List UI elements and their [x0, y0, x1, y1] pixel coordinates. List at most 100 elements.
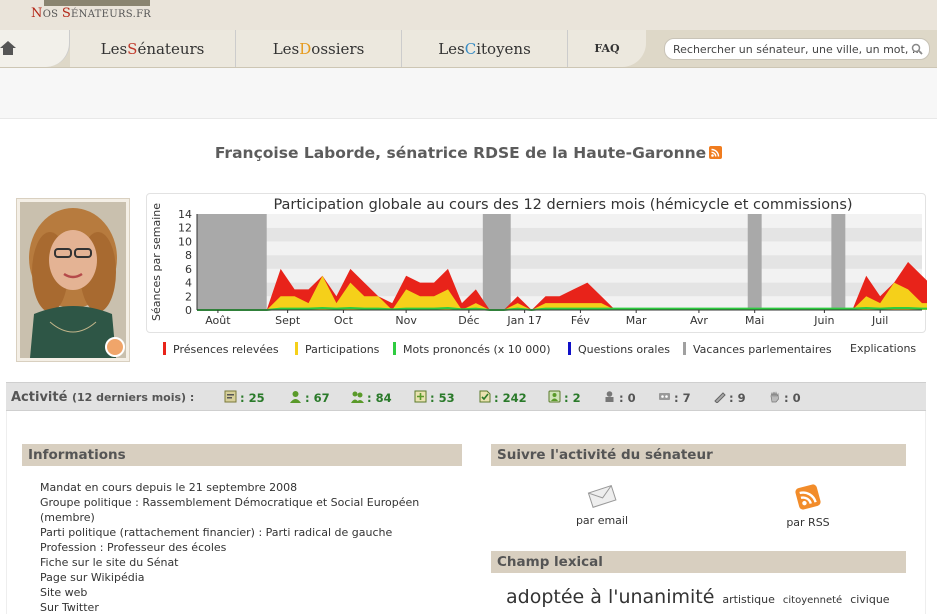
- follow-rss[interactable]: par RSS: [763, 484, 853, 529]
- activity-bar: Activité (12 derniers mois) : : 25: 67: …: [6, 382, 926, 411]
- nav-label-rest: énateurs: [137, 39, 205, 58]
- lexical-cloud: adoptée à l'unanimité artistique citoyenne…: [506, 586, 916, 608]
- activity-subtitle: (12 derniers mois) :: [71, 391, 195, 404]
- hand-icon: [770, 391, 779, 403]
- x-tick-label: Août: [205, 314, 231, 327]
- nav-label-rest: itoyens: [476, 39, 531, 58]
- vacation-band: [197, 214, 267, 310]
- propositions-icon: [605, 391, 614, 402]
- vacation-band: [747, 214, 762, 310]
- y-tick-label: 12: [178, 222, 192, 235]
- nav-label-prefix: Les: [272, 39, 300, 58]
- y-tick-label: 4: [185, 277, 192, 290]
- activity-stat-value: : 0: [784, 391, 801, 405]
- y-tick-label: 8: [185, 249, 192, 262]
- activity-stat[interactable]: : 2: [548, 390, 581, 405]
- legend-item[interactable]: Explications: [850, 342, 916, 355]
- grid-band: [197, 214, 922, 228]
- legend-swatch: [568, 342, 571, 355]
- legend-item: Questions orales: [568, 342, 670, 356]
- search-icon[interactable]: [911, 43, 923, 55]
- logo-letter-n: N: [31, 6, 43, 21]
- legend-label: Présences relevées: [173, 343, 279, 356]
- nav-home-button[interactable]: [0, 30, 70, 67]
- x-tick-label: Fév: [571, 314, 590, 327]
- nav-faq[interactable]: FAQ: [568, 30, 646, 67]
- x-tick-label: Juin: [813, 314, 834, 327]
- legend-label: Vacances parlementaires: [693, 343, 832, 356]
- info-mandat: Mandat en cours depuis le 21 septembre 2…: [40, 481, 298, 494]
- y-axis-label: Séances par semaine: [150, 203, 163, 321]
- activity-stat[interactable]: : 242: [478, 390, 527, 405]
- informations-list: Mandat en cours depuis le 21 septembre 2…: [40, 480, 450, 614]
- x-tick-label: Mar: [626, 314, 647, 327]
- interventions-icon: [351, 391, 364, 403]
- rss-icon[interactable]: [709, 146, 723, 159]
- activity-stat-value: : 84: [367, 391, 392, 405]
- y-tick-label: 10: [178, 235, 192, 248]
- nav-initial: C: [464, 39, 477, 58]
- chart-svg: 02468101214 Août Sept Oct Nov Déc Jan 17 Fév Mar…: [150, 197, 936, 327]
- vacation-band: [831, 214, 846, 310]
- activity-stat[interactable]: : 0: [768, 390, 801, 405]
- activity-stat[interactable]: : 25: [224, 390, 265, 405]
- nav-senateurs[interactable]: Les Sénateurs: [70, 30, 236, 67]
- activity-stat[interactable]: : 84: [351, 390, 392, 405]
- legend-swatch: [683, 342, 686, 355]
- activity-stat[interactable]: : 7: [658, 390, 691, 405]
- y-tick-label: 6: [185, 263, 192, 276]
- nav-label-prefix: Les: [438, 39, 465, 58]
- x-tick-label: Juil: [871, 314, 888, 327]
- follow-rss-label: par RSS: [786, 516, 830, 529]
- participation-chart: 0 2 4 6 8 10 12 14 Août Sept Oct Nov Déc Jan 17 Fév Mar…: [146, 193, 936, 333]
- nav-dossiers[interactable]: Les Dossiers: [236, 30, 402, 67]
- grid-band: [197, 241, 922, 256]
- lexical-word[interactable]: civique: [850, 593, 889, 606]
- semaines-icon: [224, 390, 237, 403]
- questions-ecrites-icon: [659, 393, 670, 400]
- pencil-icon: [714, 392, 726, 403]
- activity-stat[interactable]: : 53: [414, 390, 455, 405]
- activity-stat-value: : 25: [240, 391, 265, 405]
- activity-stat[interactable]: : 67: [289, 390, 330, 405]
- grid-band: [197, 255, 922, 269]
- legend-swatch: [163, 342, 166, 355]
- chart-title: Participation globale au cours des 12 de…: [273, 197, 852, 213]
- link-fiche-senat[interactable]: Fiche sur le site du Sénat: [40, 555, 450, 570]
- activity-stat-value: : 7: [674, 391, 691, 405]
- link-twitter[interactable]: Sur Twitter: [40, 600, 450, 614]
- informations-header: Informations: [22, 444, 462, 466]
- info-profession: Profession : Professeur des écoles: [40, 541, 227, 554]
- senator-photo: [16, 198, 130, 362]
- follow-header: Suivre l'activité du sénateur: [491, 444, 906, 466]
- rss-icon: [795, 484, 821, 510]
- x-tick-label: Mai: [745, 314, 764, 327]
- nav-citoyens[interactable]: Les Citoyens: [402, 30, 568, 67]
- follow-email[interactable]: par email: [557, 484, 647, 527]
- rapports-icon: [548, 390, 561, 403]
- legend-item: Participations: [295, 342, 379, 356]
- activity-stat[interactable]: : 9: [713, 390, 746, 405]
- amendements-icon: [414, 390, 427, 403]
- lexical-word[interactable]: citoyenneté: [783, 595, 842, 606]
- banner-area: [0, 68, 937, 118]
- activity-stat[interactable]: : 0: [603, 390, 636, 405]
- legend-label: Participations: [305, 343, 380, 356]
- activity-stat-value: : 9: [729, 391, 746, 405]
- vacation-band: [482, 214, 511, 310]
- site-logo[interactable]: NOS SÉNATEURS.FR: [31, 6, 151, 21]
- legend-item: Présences relevées: [163, 342, 279, 356]
- lexical-word[interactable]: artistique: [722, 593, 774, 606]
- logo-rest: ÉNATEURS.FR: [71, 9, 152, 20]
- lexical-word[interactable]: adoptée à l'unanimité: [506, 586, 714, 608]
- link-site-web[interactable]: Site web: [40, 585, 450, 600]
- activity-stat-value: : 0: [619, 391, 636, 405]
- activity-stat-value: : 242: [494, 391, 527, 405]
- commission-icon: [290, 391, 301, 403]
- info-groupe: Groupe politique : Rassemblement Démocra…: [40, 496, 420, 524]
- x-tick-label: Oct: [334, 314, 354, 327]
- link-wikipedia[interactable]: Page sur Wikipédia: [40, 570, 450, 585]
- activity-stat-value: : 53: [430, 391, 455, 405]
- legend-swatch: [295, 342, 298, 355]
- search-input[interactable]: Rechercher un sénateur, une ville, un mo…: [664, 38, 930, 60]
